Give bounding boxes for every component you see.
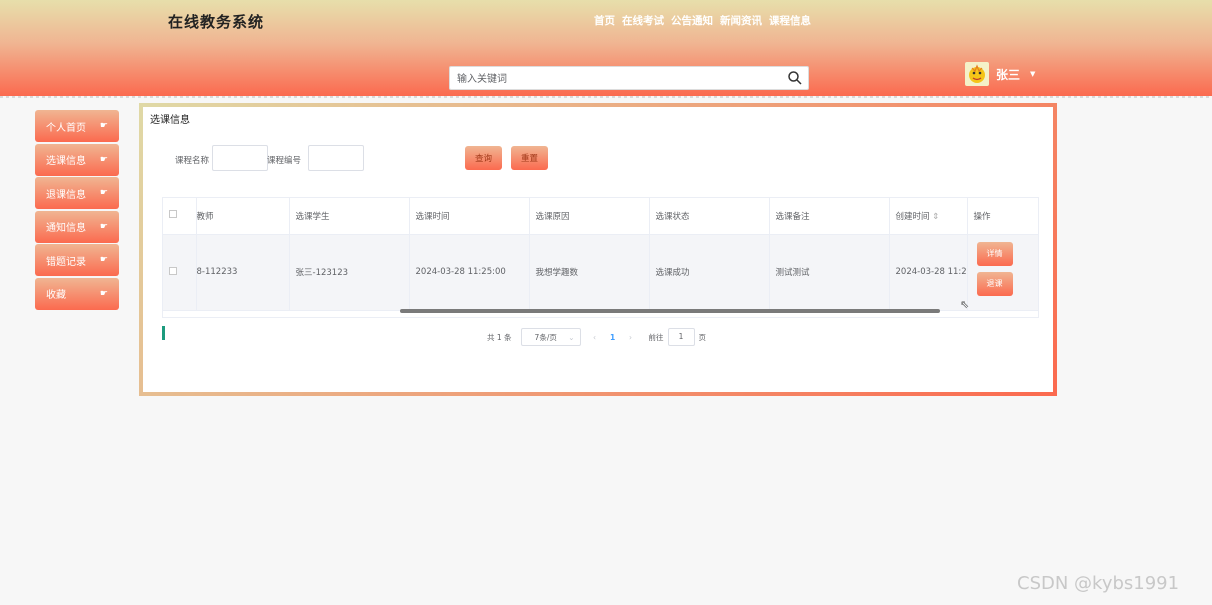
cell-reason: 我想学趣数 xyxy=(529,234,650,311)
column-header-created[interactable]: 创建时间 ⇕ xyxy=(889,198,968,235)
row-checkbox[interactable] xyxy=(163,234,197,311)
sort-caret-icon[interactable]: ⇕ xyxy=(932,212,939,222)
sidebar-item-label: 个人首页 xyxy=(46,122,86,134)
search-input[interactable] xyxy=(450,68,770,91)
column-header: 教师 xyxy=(196,198,290,235)
query-button[interactable]: 查询 xyxy=(465,146,502,170)
cell-time: 2024-03-28 11:25:00 xyxy=(409,234,530,311)
course-no-input[interactable] xyxy=(308,145,364,171)
sidebar-item-course-selection[interactable]: 选课信息 ☛ xyxy=(35,143,119,176)
search-box xyxy=(449,66,809,91)
cell-student: 张三-123123 xyxy=(289,234,410,311)
hand-icon: ☛ xyxy=(99,121,108,131)
column-header-label: 创建时间 xyxy=(895,211,930,222)
cell-created: 2024-03-28 11:26:0 xyxy=(889,234,968,311)
column-header: 选课状态 xyxy=(649,198,770,235)
nav-item-course[interactable]: 课程信息 xyxy=(769,13,811,28)
table-header-row: 教师 选课学生 选课时间 选课原因 选课状态 选课备注 创建时间 ⇕ 操作 xyxy=(163,198,1038,235)
sidebar-item-label: 收藏 xyxy=(46,290,66,301)
sidebar-item-favorites[interactable]: 收藏 ☛ xyxy=(35,277,119,310)
sidebar-item-wrong-answers[interactable]: 错题记录 ☛ xyxy=(35,244,119,276)
select-all-checkbox[interactable] xyxy=(163,198,197,235)
cell-actions: 详情 退课 xyxy=(967,234,1038,311)
column-header: 选课学生 xyxy=(289,198,410,235)
cell-status: 选课成功 xyxy=(649,234,770,311)
chevron-down-icon: ⌄ xyxy=(568,332,575,342)
sidebar-item-label: 退课信息 xyxy=(46,189,86,201)
user-menu[interactable]: 张三 ▼ xyxy=(965,62,1035,86)
goto-label: 前往 xyxy=(648,332,664,342)
chevron-down-icon[interactable]: ▼ xyxy=(1030,70,1035,78)
cell-teacher: 8-112233 xyxy=(196,234,290,311)
hand-icon: ☛ xyxy=(99,221,108,232)
sidebar-item-home[interactable]: 个人首页 ☛ xyxy=(35,110,119,142)
hand-icon: ☛ xyxy=(99,255,108,265)
drop-course-button[interactable]: 退课 xyxy=(976,272,1013,296)
course-no-label: 课程编号 xyxy=(267,156,302,166)
column-header: 选课时间 xyxy=(409,198,530,235)
sidebar-item-notifications[interactable]: 通知信息 ☛ xyxy=(35,210,119,243)
nav-item-home[interactable]: 首页 xyxy=(594,13,615,28)
page-suffix: 页 xyxy=(698,332,707,342)
reset-button[interactable]: 重置 xyxy=(511,146,548,170)
data-table: 教师 选课学生 选课时间 选课原因 选课状态 选课备注 创建时间 ⇕ 操作 8-… xyxy=(162,197,1039,318)
page-size-value: 7条/页 xyxy=(534,332,557,342)
avatar xyxy=(965,62,989,86)
search-icon[interactable] xyxy=(787,70,803,86)
mouse-cursor-icon: ⇖ xyxy=(960,298,970,311)
sidebar-item-label: 选课信息 xyxy=(46,156,86,167)
page-number[interactable]: 1 xyxy=(605,333,621,342)
detail-button[interactable]: 详情 xyxy=(976,242,1013,266)
nav-item-news[interactable]: 新闻资讯 xyxy=(720,13,762,28)
cell-note: 测试测试 xyxy=(769,234,890,311)
sidebar-item-label: 错题记录 xyxy=(46,256,86,268)
column-header: 选课备注 xyxy=(769,198,890,235)
total-count: 共 1 条 xyxy=(487,332,512,342)
pagination: 共 1 条 7条/页 ⌄ ‹ 1 › 前往 1 页 xyxy=(487,328,706,346)
teal-marker xyxy=(162,326,165,340)
hand-icon: ☛ xyxy=(99,188,108,198)
table-row: 8-112233 张三-123123 2024-03-28 11:25:00 我… xyxy=(163,234,1038,311)
page-title: 选课信息 xyxy=(150,115,190,126)
top-nav: 首页 在线考试 公告通知 新闻资讯 课程信息 xyxy=(594,13,811,28)
column-header: 操作 xyxy=(967,198,1038,235)
main-panel: 选课信息 课程名称 课程编号 查询 重置 教师 选课学生 选课时间 选课原因 选… xyxy=(139,103,1057,396)
hand-icon: ☛ xyxy=(99,288,108,299)
header: 在线教务系统 首页 在线考试 公告通知 新闻资讯 课程信息 张三 ▼ xyxy=(0,0,1212,98)
site-title: 在线教务系统 xyxy=(168,13,265,31)
page-size-select[interactable]: 7条/页 ⌄ xyxy=(520,328,581,346)
column-header: 选课原因 xyxy=(529,198,650,235)
goto-page-input[interactable]: 1 xyxy=(667,328,695,346)
next-page-icon[interactable]: › xyxy=(623,333,639,342)
course-name-input[interactable] xyxy=(212,145,268,171)
sidebar: 个人首页 ☛ 选课信息 ☛ 退课信息 ☛ 通知信息 ☛ 错题记录 ☛ 收藏 ☛ xyxy=(35,110,119,311)
nav-item-exam[interactable]: 在线考试 xyxy=(622,13,664,28)
prev-page-icon[interactable]: ‹ xyxy=(587,333,603,342)
watermark: CSDN @kybs1991 xyxy=(1017,573,1180,594)
horizontal-scrollbar[interactable] xyxy=(400,309,940,313)
sidebar-item-label: 通知信息 xyxy=(46,223,86,234)
course-name-label: 课程名称 xyxy=(175,156,210,166)
sidebar-item-course-drop[interactable]: 退课信息 ☛ xyxy=(35,177,119,209)
hand-icon: ☛ xyxy=(99,154,108,165)
nav-item-notice[interactable]: 公告通知 xyxy=(671,13,713,28)
user-name: 张三 xyxy=(996,67,1021,82)
